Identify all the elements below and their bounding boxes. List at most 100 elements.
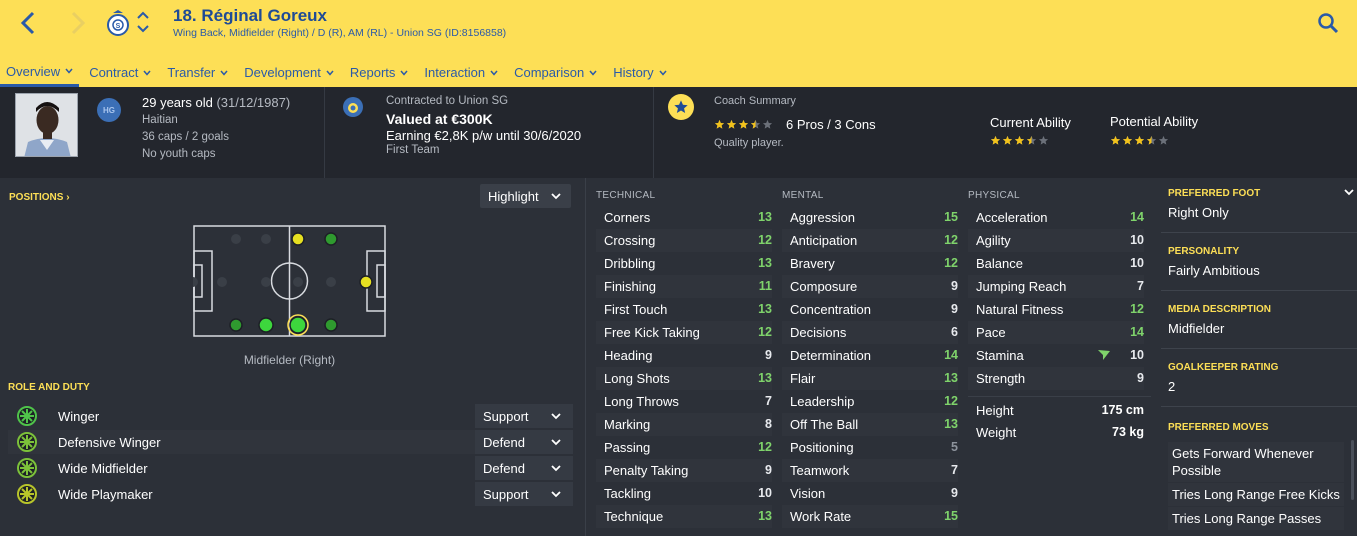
attribute-name: Free Kick Taking (604, 325, 700, 340)
attribute-row[interactable]: Anticipation 12 (782, 229, 958, 252)
player-subtitle: Wing Back, Midfielder (Right) / D (R), A… (173, 27, 507, 39)
attribute-row[interactable]: Acceleration 14 (968, 206, 1144, 229)
role-row[interactable]: Wide Midfielder Defend (8, 456, 573, 480)
tab-history[interactable]: History (607, 58, 672, 87)
attribute-row[interactable]: Agility 10 (968, 229, 1144, 252)
weight-value: 73 kg (1112, 425, 1144, 439)
duty-dropdown[interactable]: Support (475, 404, 573, 428)
attribute-row[interactable]: Stamina 10 (968, 344, 1144, 367)
tab-reports[interactable]: Reports (344, 58, 415, 87)
media-description-label: MEDIA DESCRIPTION (1168, 304, 1271, 315)
duty-dropdown[interactable]: Defend (475, 456, 573, 480)
attribute-row[interactable]: Decisions 6 (782, 321, 958, 344)
tab-overview[interactable]: Overview (0, 58, 80, 87)
attribute-row[interactable]: Technique 13 (596, 505, 772, 528)
tab-contract[interactable]: Contract (83, 58, 157, 87)
attribute-row[interactable]: Penalty Taking 9 (596, 459, 772, 482)
tab-development[interactable]: Development (238, 58, 340, 87)
home-grown-badge: HG (97, 98, 121, 122)
attribute-row[interactable]: Corners 13 (596, 206, 772, 229)
role-row[interactable]: Defensive Winger Defend (8, 430, 573, 454)
attribute-value: 13 (758, 509, 772, 523)
player-age: 29 years old (142, 95, 213, 110)
forward-arrow-icon[interactable] (66, 10, 88, 36)
player-nationality[interactable]: Haitian (142, 114, 178, 126)
search-icon[interactable] (1317, 12, 1339, 34)
attribute-row[interactable]: Vision 9 (782, 482, 958, 505)
highlight-dropdown[interactable]: Highlight (480, 184, 571, 208)
international-caps: 36 caps / 2 goals (142, 131, 229, 143)
attribute-value: 9 (765, 463, 772, 477)
star-icon (1146, 135, 1157, 145)
attribute-row[interactable]: Long Shots 13 (596, 367, 772, 390)
positions-header[interactable]: POSITIONS › (9, 192, 70, 203)
tab-transfer[interactable]: Transfer (161, 58, 234, 87)
role-suitability-icon (17, 406, 37, 426)
player-portrait-image (16, 94, 77, 156)
attribute-row[interactable]: Finishing 11 (596, 275, 772, 298)
chevron-down-icon[interactable] (1344, 189, 1354, 196)
tab-interaction[interactable]: Interaction (418, 58, 504, 87)
attribute-row[interactable]: Heading 9 (596, 344, 772, 367)
attribute-row[interactable]: Passing 12 (596, 436, 772, 459)
attribute-row[interactable]: Work Rate 15 (782, 505, 958, 528)
attribute-value: 7 (1137, 279, 1144, 293)
club-crest-icon[interactable]: S (104, 9, 132, 37)
attribute-name: First Touch (604, 302, 668, 317)
attribute-row[interactable]: Positioning 5 (782, 436, 958, 459)
attribute-row[interactable]: Jumping Reach 7 (968, 275, 1144, 298)
attribute-row[interactable]: Bravery 12 (782, 252, 958, 275)
tab-comparison[interactable]: Comparison (508, 58, 603, 87)
attribute-name: Long Shots (604, 371, 670, 386)
pros-cons: 6 Pros / 3 Cons (786, 117, 876, 132)
attribute-row[interactable]: First Touch 13 (596, 298, 772, 321)
attribute-row[interactable]: Tackling 10 (596, 482, 772, 505)
positions-label: POSITIONS (9, 192, 64, 203)
player-wage: Earning €2,8K p/w until 30/6/2020 (386, 128, 582, 143)
duty-dropdown[interactable]: Defend (475, 430, 573, 454)
attribute-row[interactable]: Strength 9 (968, 367, 1144, 390)
attribute-row[interactable]: Long Throws 7 (596, 390, 772, 413)
attribute-row[interactable]: Marking 8 (596, 413, 772, 436)
attribute-value: 14 (1130, 210, 1144, 224)
attribute-name: Long Throws (604, 394, 679, 409)
chevron-down-icon (400, 70, 408, 76)
tab-label: Contract (89, 65, 139, 80)
attribute-row[interactable]: Composure 9 (782, 275, 958, 298)
role-row[interactable]: Wide Playmaker Support (8, 482, 573, 506)
attribute-row[interactable]: Free Kick Taking 12 (596, 321, 772, 344)
attribute-row[interactable]: Aggression 15 (782, 206, 958, 229)
attribute-name: Heading (604, 348, 653, 363)
attribute-row[interactable]: Off The Ball 13 (782, 413, 958, 436)
attribute-row[interactable]: Leadership 12 (782, 390, 958, 413)
attribute-name: Balance (976, 256, 1023, 271)
attribute-row[interactable]: Crossing 12 (596, 229, 772, 252)
attribute-row[interactable]: Concentration 9 (782, 298, 958, 321)
position-marker-d-r (258, 317, 274, 333)
role-suitability-icon (17, 484, 37, 504)
attribute-name: Tackling (604, 486, 651, 501)
attribute-row[interactable]: Teamwork 7 (782, 459, 958, 482)
sidebar-scrollbar[interactable] (1351, 440, 1354, 500)
tab-label: Development (244, 65, 321, 80)
chevron-down-icon (220, 70, 228, 76)
position-marker-am-l (324, 232, 338, 246)
duty-dropdown[interactable]: Support (475, 482, 573, 506)
duty-value: Support (483, 409, 529, 424)
tab-label: Transfer (167, 65, 216, 80)
attribute-row[interactable]: Dribbling 13 (596, 252, 772, 275)
attribute-row[interactable]: Natural Fitness 12 (968, 298, 1144, 321)
chevron-down-icon (326, 70, 334, 76)
attribute-name: Off The Ball (790, 417, 859, 432)
attribute-name: Pace (976, 325, 1006, 340)
player-switch-arrows-icon[interactable] (136, 9, 150, 35)
attribute-value: 7 (765, 394, 772, 408)
back-arrow-icon[interactable] (18, 10, 40, 36)
chevron-down-icon (551, 439, 561, 446)
attribute-row[interactable]: Flair 13 (782, 367, 958, 390)
attribute-row[interactable]: Pace 14 (968, 321, 1144, 344)
attribute-row[interactable]: Balance 10 (968, 252, 1144, 275)
contracted-club[interactable]: Contracted to Union SG (386, 95, 508, 107)
role-row[interactable]: Winger Support (8, 404, 573, 428)
attribute-row[interactable]: Determination 14 (782, 344, 958, 367)
